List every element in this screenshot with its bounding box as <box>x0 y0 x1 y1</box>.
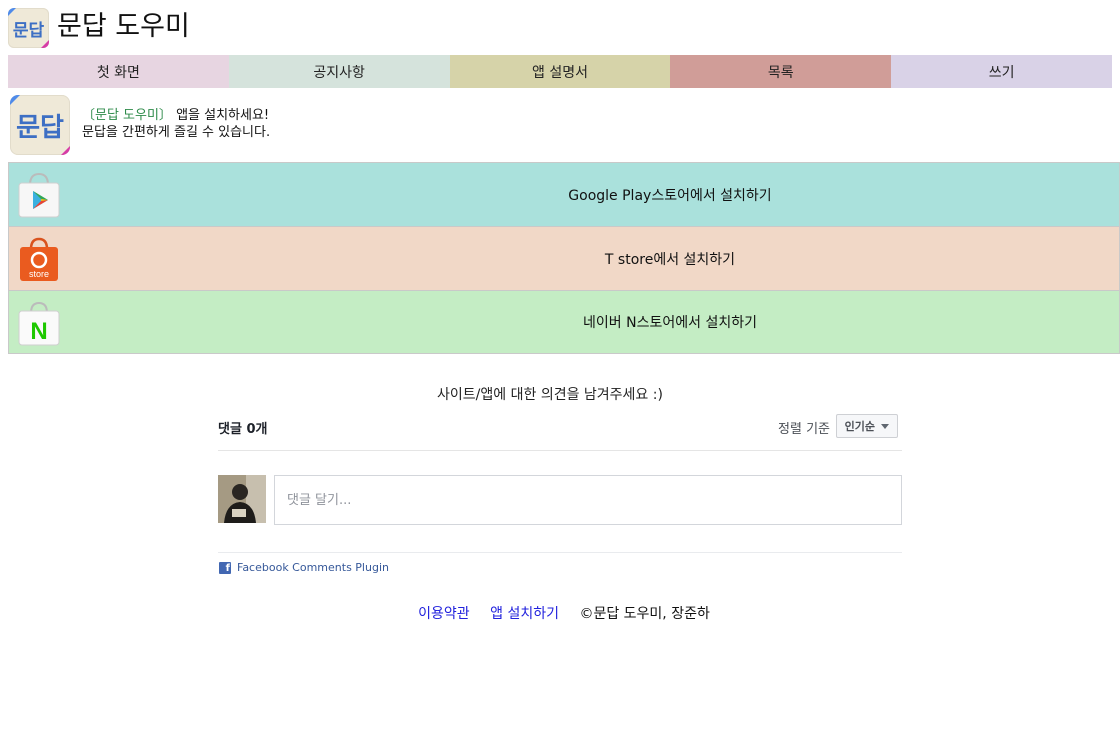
store-links: Google Play스토어에서 설치하기 store T store에서 설치… <box>8 162 1120 355</box>
store-label: 네이버 N스토어에서 설치하기 <box>583 315 757 331</box>
facebook-comments-plugin-link[interactable]: Facebook Comments Plugin <box>237 561 389 574</box>
nav-item-label: 목록 <box>767 64 794 81</box>
nav-item-label: 쓰기 <box>988 64 1015 81</box>
nav-item-label: 공지사항 <box>313 64 365 81</box>
site-logo-text: 문답 <box>12 20 45 41</box>
nav-item-app-guide[interactable]: 앱 설명서 <box>449 55 671 88</box>
terms-link[interactable]: 이용약관 <box>418 606 470 622</box>
facebook-icon: f <box>219 562 231 574</box>
comment-composer <box>218 475 902 525</box>
comment-input[interactable] <box>274 475 902 525</box>
copyright: ©문답 도우미, 장준하 <box>579 606 710 622</box>
t-store-icon: store <box>20 237 58 281</box>
logo-corner-decoration <box>61 146 70 155</box>
app-promo-text: 〔문답 도우미〕 앱을 설치하세요! 문답을 간편하게 즐길 수 있습니다. <box>82 107 270 141</box>
app-logo: 문답 <box>10 95 70 155</box>
install-app-link[interactable]: 앱 설치하기 <box>490 606 559 622</box>
comments-prompt: 사이트/앱에 대한 의견을 남겨주세요 :) <box>437 387 663 403</box>
caret-down-icon <box>881 423 889 429</box>
sort-label: 정렬 기준 <box>778 422 830 437</box>
comments-header: 댓글 0개 정렬 기준 인기순 <box>218 414 902 451</box>
facebook-comments: 사이트/앱에 대한 의견을 남겨주세요 :) 댓글 0개 정렬 기준 인기순 f… <box>218 380 902 581</box>
promo-app-name: 〔문답 도우미〕 <box>82 108 172 123</box>
logo-corner-decoration <box>8 8 16 16</box>
page-footer: 이용약관 앱 설치하기 ©문답 도우미, 장준하 <box>0 603 1120 623</box>
nav-item-home[interactable]: 첫 화면 <box>8 55 229 88</box>
t-store-install-link[interactable]: store T store에서 설치하기 <box>8 226 1120 290</box>
plugin-footer: f Facebook Comments Plugin <box>218 552 902 581</box>
promo-line1: 앱을 설치하세요! <box>171 108 270 123</box>
app-logo-text: 문답 <box>16 112 64 143</box>
main-nav: 첫 화면 공지사항 앱 설명서 목록 쓰기 <box>8 55 1112 88</box>
nav-item-label: 앱 설명서 <box>532 64 588 81</box>
logo-corner-decoration <box>10 95 20 105</box>
naver-n-store-icon: N <box>18 301 60 346</box>
logo-corner-decoration <box>41 40 49 48</box>
store-label: T store에서 설치하기 <box>604 251 736 268</box>
avatar-photo <box>218 475 266 523</box>
sort-dropdown[interactable]: 인기순 <box>835 414 898 438</box>
nav-item-list[interactable]: 목록 <box>670 55 892 88</box>
site-title[interactable]: 문답 도우미 <box>57 9 190 45</box>
comment-count: 댓글 0개 <box>218 422 268 437</box>
avatar <box>218 475 266 523</box>
naver-n-store-install-link[interactable]: N 네이버 N스토어에서 설치하기 <box>8 290 1120 354</box>
svg-text:N: N <box>30 318 47 345</box>
site-logo[interactable]: 문답 <box>8 8 49 48</box>
google-play-install-link[interactable]: Google Play스토어에서 설치하기 <box>8 162 1120 226</box>
google-play-icon <box>18 172 60 218</box>
nav-item-label: 첫 화면 <box>96 64 140 81</box>
nav-item-notices[interactable]: 공지사항 <box>228 55 450 88</box>
promo-line2: 문답을 간편하게 즐길 수 있습니다. <box>82 125 271 140</box>
svg-text:store: store <box>29 269 49 279</box>
nav-item-write[interactable]: 쓰기 <box>891 55 1112 88</box>
sort-value: 인기순 <box>844 420 875 433</box>
store-label: Google Play스토어에서 설치하기 <box>568 187 772 204</box>
